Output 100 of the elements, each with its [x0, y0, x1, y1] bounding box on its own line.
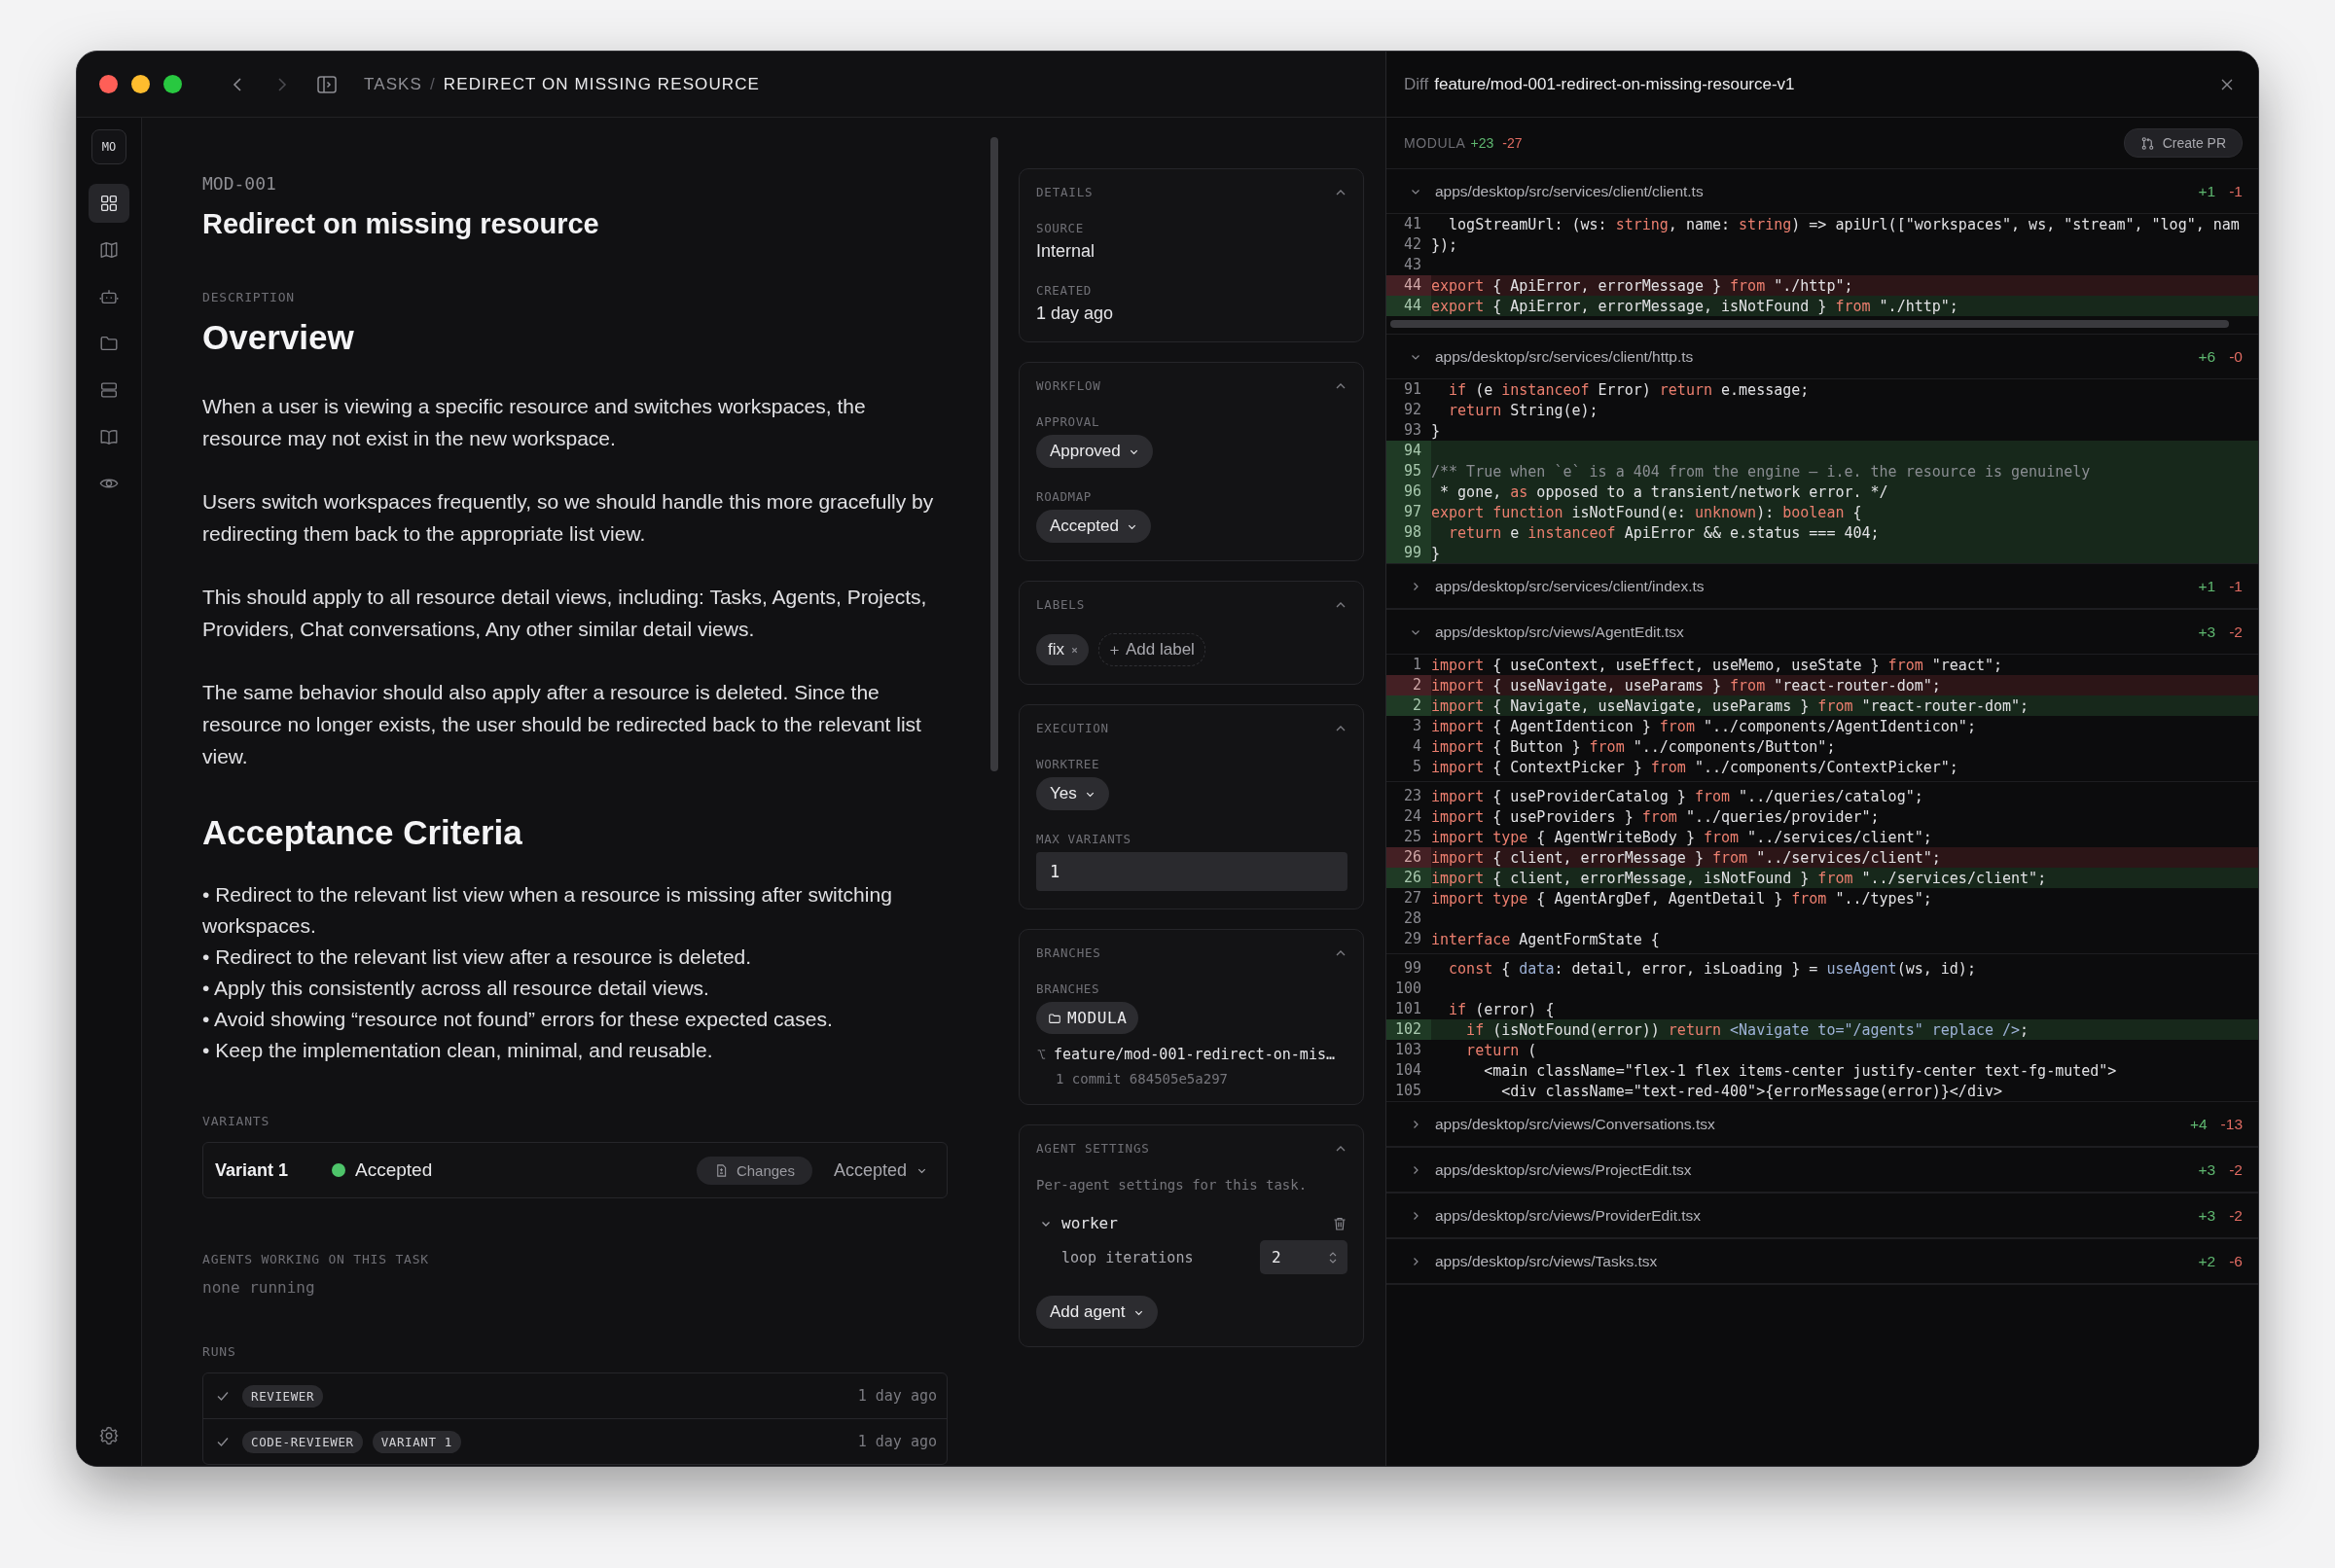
line-number: 2 [1386, 675, 1431, 695]
diff-label: Diff [1404, 74, 1429, 94]
code-text: } [1431, 421, 1441, 440]
line-number: 23 [1402, 786, 1422, 806]
select-dropdown[interactable]: Accepted [1036, 510, 1151, 543]
select-dropdown[interactable]: Yes [1036, 777, 1109, 810]
file-path: apps/desktop/src/services/client/client.ts [1435, 182, 1704, 200]
card-note: Per-agent settings for this task. [1036, 1177, 1309, 1193]
line-number: 99 [1386, 543, 1431, 563]
agents-status: none running [202, 1278, 316, 1297]
variant-status: Accepted [355, 1159, 433, 1181]
file-header[interactable]: apps/desktop/src/views/ProjectEdit.tsx +3 -2 [1386, 1148, 2258, 1193]
field-label: ROADMAP [1036, 489, 1093, 504]
line-number: 42 [1402, 234, 1422, 255]
line-number: 105 [1393, 1081, 1422, 1101]
run-time: 1 day ago [857, 1387, 937, 1405]
horizontal-scrollbar[interactable] [1390, 320, 2229, 328]
code-text: if (isNotFound(error)) return <Navigate to="/agents" replace />; [1465, 1020, 2030, 1039]
line-number: 98 [1386, 522, 1431, 543]
line-number: 92 [1402, 400, 1422, 420]
max-variants-input[interactable]: 1 [1036, 852, 1347, 891]
file-header[interactable]: apps/desktop/src/services/client/index.ts +1 -1 [1386, 564, 2258, 609]
line-number: 93 [1402, 420, 1422, 441]
line-number: 44 [1386, 275, 1431, 296]
decision-dropdown[interactable]: Accepted [833, 1159, 927, 1181]
file-header[interactable]: apps/desktop/src/views/Conversations.tsx +4 -13 [1386, 1102, 2258, 1147]
card-title: LABELS [1036, 597, 1085, 612]
add-agent-button[interactable]: Add agent [1036, 1296, 1158, 1329]
removed-count: -0 [2229, 347, 2243, 366]
line-number: 101 [1393, 999, 1422, 1019]
code-text: export { ApiError, errorMessage } from "./http"; [1431, 276, 1853, 295]
breadcrumb-link[interactable]: TASKS [364, 74, 422, 94]
trash-icon[interactable] [1332, 1215, 1347, 1231]
criteria-item: • Keep the implementation clean, minimal, and reusable. [202, 1038, 714, 1063]
repo-chip[interactable]: MODULA [1036, 1002, 1139, 1034]
code-text: const { data: detail, error, isLoading } = useAgent(ws, id); [1448, 959, 1976, 978]
field-label: SOURCE [1036, 221, 1085, 235]
breadcrumb-link[interactable]: REDIRECT ON MISSING RESOURCE [443, 74, 760, 94]
file-path: apps/desktop/src/views/Conversations.tsx [1435, 1115, 1715, 1133]
code-text: import { client, errorMessage } from "../services/client"; [1431, 848, 1941, 867]
code-text: if (error) { [1448, 1000, 1555, 1018]
remove-icon[interactable] [1070, 645, 1079, 655]
criteria-item: • Redirect to the relevant list view after a resource is deleted. [202, 944, 753, 970]
added-count: +1 [2198, 182, 2216, 200]
code-text: * gone, as opposed to a transient/network error. */ [1439, 482, 1888, 501]
section-heading: Acceptance Criteria [202, 812, 523, 853]
code-text: <div className="text-red-400">{errorMessage(error)}</div> [1500, 1082, 2002, 1100]
file-header[interactable]: apps/desktop/src/views/Tasks.tsx +2 -6 [1386, 1239, 2258, 1284]
line-number: 2 [1386, 695, 1431, 716]
number-input[interactable]: 2 [1260, 1240, 1347, 1274]
code-text: if (e instanceof Error) return e.message; [1448, 380, 1810, 399]
code-text: import { Navigate, useNavigate, useParams } from "react-router-dom"; [1431, 696, 2030, 715]
file-path: apps/desktop/src/views/AgentEdit.tsx [1435, 623, 1684, 641]
select-dropdown[interactable]: Approved [1036, 435, 1153, 468]
removed-count: -2 [2229, 623, 2243, 641]
line-number: 97 [1386, 502, 1431, 522]
removed-count: -13 [2220, 1115, 2243, 1133]
code-text: return String(e); [1448, 401, 1599, 419]
create-pr-button[interactable]: Create PR [2123, 128, 2243, 158]
line-number: 43 [1402, 255, 1422, 275]
workspace-avatar[interactable]: MO [91, 129, 126, 164]
code-text: export function isNotFound(e: unknown): boolean { [1431, 503, 1862, 521]
added-count: +23 [1470, 135, 1494, 151]
label-tag[interactable]: fix [1036, 634, 1089, 665]
field-label: APPROVAL [1036, 414, 1100, 429]
card-title: EXECUTION [1036, 721, 1109, 735]
added-count: +4 [2189, 1115, 2208, 1133]
code-text: <main className="flex-1 flex items-center justify-center text-fg-muted"> [1483, 1061, 2117, 1080]
line-number: 1 [1411, 655, 1422, 675]
field-label: WORKTREE [1036, 757, 1100, 771]
close-window-button[interactable] [99, 75, 118, 93]
branch-name[interactable]: feature/mod-001-redirect-on-mis… [1054, 1046, 1335, 1063]
code-text: import { ContextPicker } from "../components/ContextPicker"; [1431, 758, 1958, 776]
task-title: Redirect on missing resource [202, 207, 600, 241]
branch-icon [1036, 1049, 1046, 1060]
breadcrumb-separator: / [430, 74, 436, 94]
scrollbar-thumb[interactable] [990, 137, 998, 771]
run-tag: VARIANT 1 [372, 1430, 461, 1453]
file-header[interactable]: apps/desktop/src/views/ProviderEdit.tsx +3 -2 [1386, 1194, 2258, 1238]
zoom-window-button[interactable] [163, 75, 182, 93]
sidebar-toggle-icon[interactable] [316, 73, 338, 95]
grid-nav-icon[interactable] [89, 184, 129, 223]
line-number: 100 [1393, 979, 1422, 999]
minimize-window-button[interactable] [131, 75, 150, 93]
added-count: +3 [2198, 623, 2216, 641]
repo-name: MODULA [1404, 135, 1466, 151]
agent-name: worker [1061, 1214, 1118, 1232]
file-path: apps/desktop/src/views/ProviderEdit.tsx [1435, 1206, 1702, 1225]
code-text: import { useProviders } from "../queries/provider"; [1431, 807, 1880, 826]
commit-info: 1 commit 684505e5a297 [1056, 1071, 1229, 1087]
settings-icon[interactable] [98, 1425, 120, 1446]
card-title: DETAILS [1036, 185, 1094, 199]
code-text: } [1431, 544, 1441, 562]
code-text: import { useNavigate, useParams } from "react-router-dom"; [1431, 676, 1941, 695]
code-text: import { useProviderCatalog } from "../queries/catalog"; [1431, 787, 1923, 805]
file-path: apps/desktop/src/views/ProjectEdit.tsx [1435, 1160, 1692, 1179]
variant-row[interactable]: Variant 1 Accepted Changes Accepted [202, 1142, 948, 1198]
changes-button[interactable]: Changes [696, 1156, 812, 1185]
line-number: 27 [1402, 888, 1422, 909]
added-count: +3 [2198, 1160, 2216, 1179]
